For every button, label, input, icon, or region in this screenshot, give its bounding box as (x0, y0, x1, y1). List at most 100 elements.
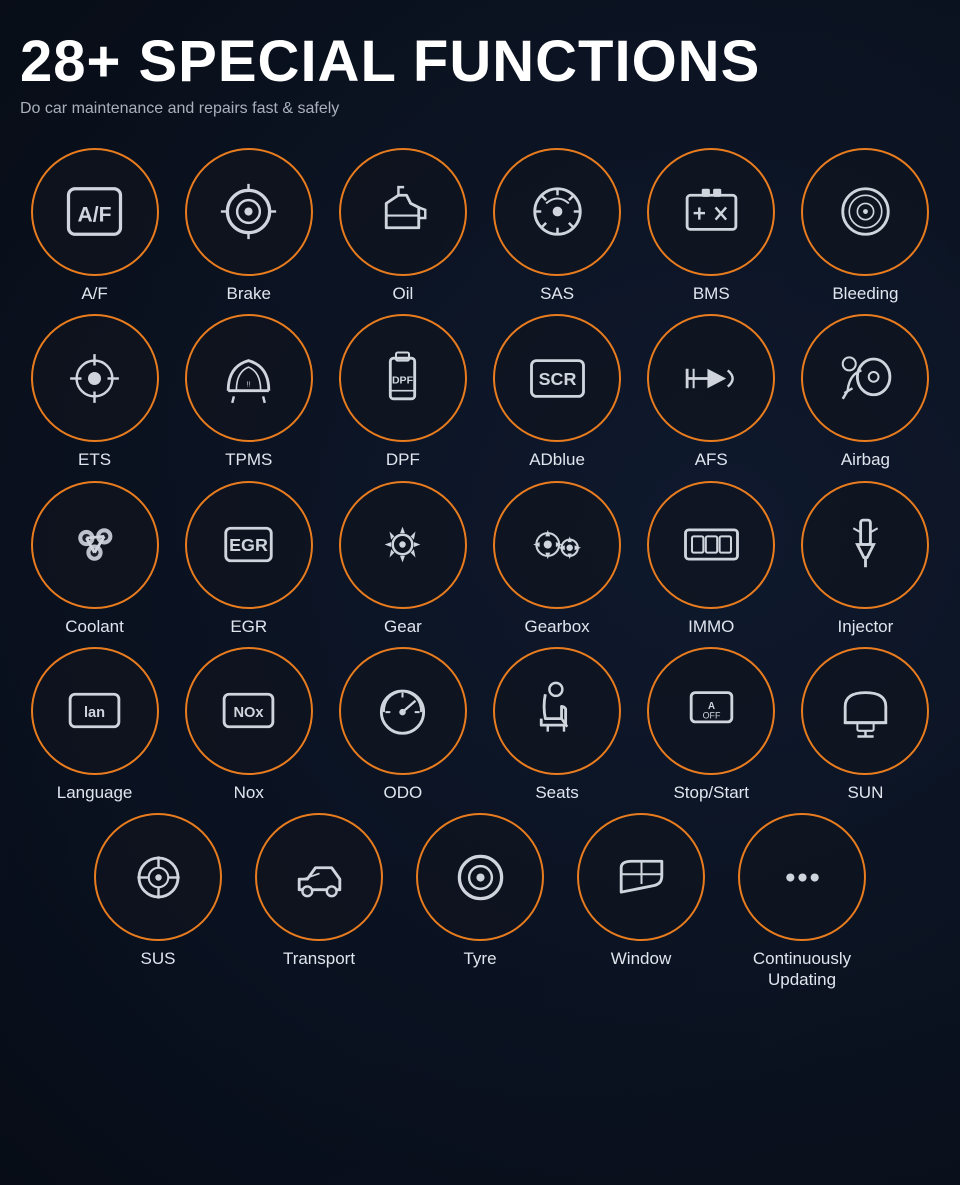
label-sas: SAS (540, 284, 574, 304)
circle-language: lan (31, 647, 159, 775)
circle-updating (738, 813, 866, 941)
item-stopstart[interactable]: AOFF Stop/Start (637, 647, 786, 803)
svg-text:DPF: DPF (392, 374, 414, 386)
circle-tyre (416, 813, 544, 941)
circle-gear (339, 481, 467, 609)
label-af: A/F (81, 284, 107, 304)
circle-adblue: SCR (493, 314, 621, 442)
label-adblue: ADblue (529, 450, 585, 470)
label-tyre: Tyre (463, 949, 496, 969)
item-ets[interactable]: ETS (20, 314, 169, 470)
circle-transport (255, 813, 383, 941)
svg-text:lan: lan (84, 705, 105, 721)
item-transport[interactable]: Transport (241, 813, 397, 990)
circle-egr: EGR (185, 481, 313, 609)
item-language[interactable]: lan Language (20, 647, 169, 803)
circle-bms (647, 148, 775, 276)
page-subtitle: Do car maintenance and repairs fast & sa… (20, 100, 940, 118)
circle-afs (647, 314, 775, 442)
circle-odo (339, 647, 467, 775)
label-sun: SUN (847, 783, 883, 803)
item-tpms[interactable]: !! TPMS (174, 314, 323, 470)
circle-seats (493, 647, 621, 775)
item-gearbox[interactable]: Gearbox (483, 481, 632, 637)
item-window[interactable]: Window (563, 813, 719, 990)
circle-nox: NOx (185, 647, 313, 775)
svg-text:!!: !! (247, 379, 251, 388)
label-nox: Nox (234, 783, 264, 803)
item-oil[interactable]: Oil (328, 148, 477, 304)
item-seats[interactable]: Seats (483, 647, 632, 803)
label-injector: Injector (838, 617, 894, 637)
item-bleeding[interactable]: Bleeding (791, 148, 940, 304)
svg-text:A/F: A/F (78, 204, 112, 227)
label-language: Language (57, 783, 133, 803)
item-dpf[interactable]: DPF DPF (328, 314, 477, 470)
item-sus[interactable]: SUS (80, 813, 236, 990)
label-immo: IMMO (688, 617, 734, 637)
label-brake: Brake (227, 284, 271, 304)
item-injector[interactable]: Injector (791, 481, 940, 637)
label-odo: ODO (384, 783, 423, 803)
svg-text:NOx: NOx (234, 705, 265, 721)
label-ets: ETS (78, 450, 111, 470)
label-updating: Continuously Updating (753, 949, 851, 990)
svg-text:SCR: SCR (538, 369, 576, 389)
item-odo[interactable]: ODO (328, 647, 477, 803)
circle-airbag (801, 314, 929, 442)
label-coolant: Coolant (65, 617, 124, 637)
circle-sas (493, 148, 621, 276)
circle-tpms: !! (185, 314, 313, 442)
header: 28+ SPECIAL FUNCTIONS Do car maintenance… (20, 30, 940, 118)
item-continuouslyupdating[interactable]: Continuously Updating (724, 813, 880, 990)
item-nox[interactable]: NOx Nox (174, 647, 323, 803)
label-seats: Seats (535, 783, 578, 803)
item-af[interactable]: A/F A/F (20, 148, 169, 304)
circle-bleeding (801, 148, 929, 276)
item-coolant[interactable]: Coolant (20, 481, 169, 637)
circle-window (577, 813, 705, 941)
label-bms: BMS (693, 284, 730, 304)
circle-stopstart: AOFF (647, 647, 775, 775)
item-gear[interactable]: Gear (328, 481, 477, 637)
item-airbag[interactable]: Airbag (791, 314, 940, 470)
item-sun[interactable]: SUN (791, 647, 940, 803)
item-sas[interactable]: SAS (483, 148, 632, 304)
label-gearbox: Gearbox (524, 617, 589, 637)
icons-grid: A/F A/F Brake Oil SAS BMS Bleeding ETS!! TPMS DPF… (20, 148, 940, 990)
circle-brake (185, 148, 313, 276)
label-bleeding: Bleeding (832, 284, 898, 304)
circle-injector (801, 481, 929, 609)
circle-sun (801, 647, 929, 775)
item-tyre[interactable]: Tyre (402, 813, 558, 990)
item-adblue[interactable]: SCR ADblue (483, 314, 632, 470)
circle-af: A/F (31, 148, 159, 276)
circle-immo (647, 481, 775, 609)
circle-gearbox (493, 481, 621, 609)
circle-oil (339, 148, 467, 276)
item-egr[interactable]: EGR EGR (174, 481, 323, 637)
label-window: Window (611, 949, 671, 969)
svg-text:OFF: OFF (702, 711, 720, 721)
svg-text:EGR: EGR (229, 535, 268, 555)
main-container: 28+ SPECIAL FUNCTIONS Do car maintenance… (0, 0, 960, 1010)
label-oil: Oil (393, 284, 414, 304)
label-stopstart: Stop/Start (673, 783, 749, 803)
label-transport: Transport (283, 949, 355, 969)
circle-coolant (31, 481, 159, 609)
label-dpf: DPF (386, 450, 420, 470)
label-sus: SUS (141, 949, 176, 969)
label-gear: Gear (384, 617, 422, 637)
item-bms[interactable]: BMS (637, 148, 786, 304)
item-afs[interactable]: AFS (637, 314, 786, 470)
label-afs: AFS (695, 450, 728, 470)
label-egr: EGR (230, 617, 267, 637)
page-title: 28+ SPECIAL FUNCTIONS (20, 30, 940, 94)
circle-sus (94, 813, 222, 941)
label-airbag: Airbag (841, 450, 890, 470)
item-brake[interactable]: Brake (174, 148, 323, 304)
circle-ets (31, 314, 159, 442)
circle-dpf: DPF (339, 314, 467, 442)
label-tpms: TPMS (225, 450, 272, 470)
item-immo[interactable]: IMMO (637, 481, 786, 637)
